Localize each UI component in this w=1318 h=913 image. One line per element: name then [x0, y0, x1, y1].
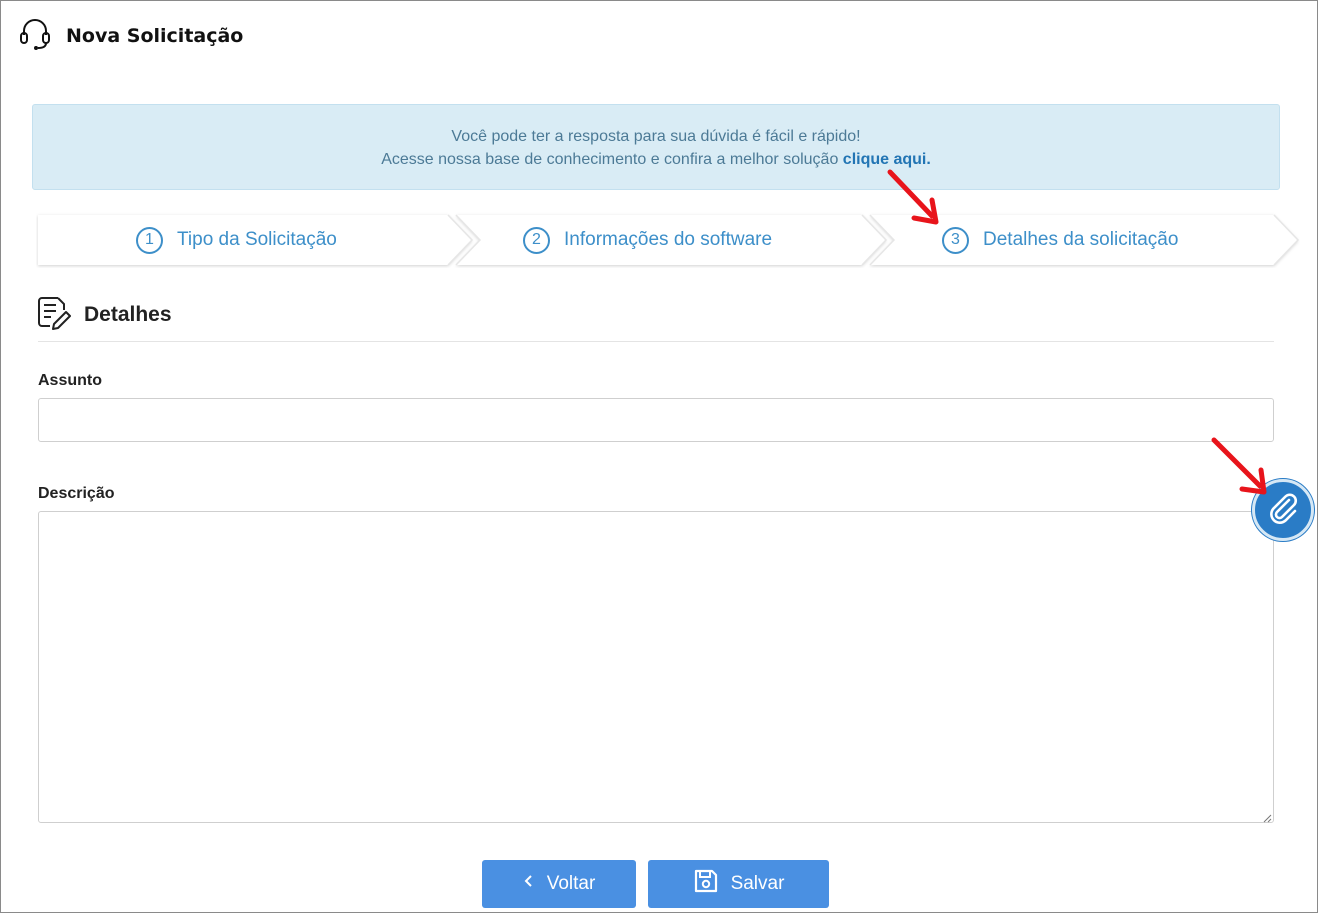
- step-label: Detalhes da solicitação: [983, 229, 1179, 250]
- save-button-label: Salvar: [730, 873, 785, 894]
- document-edit-icon: [36, 294, 72, 335]
- page-title: Nova Solicitação: [66, 25, 244, 47]
- step-label: Tipo da Solicitação: [177, 229, 337, 250]
- info-line-1: Você pode ter a resposta para sua dúvida…: [451, 128, 861, 145]
- back-button-label: Voltar: [546, 873, 596, 894]
- step-number: 2: [523, 226, 550, 254]
- info-banner: Você pode ter a resposta para sua dúvida…: [32, 104, 1280, 190]
- save-button[interactable]: Salvar: [648, 860, 829, 908]
- step-label: Informações do software: [564, 229, 773, 250]
- section-header: Detalhes: [36, 294, 172, 335]
- resize-grip-icon[interactable]: [1262, 810, 1272, 828]
- step-number: 3: [942, 226, 969, 254]
- info-line-2: Acesse nossa base de conhecimento e conf…: [33, 148, 1279, 171]
- subject-label: Assunto: [38, 372, 102, 389]
- subject-input[interactable]: [38, 398, 1274, 442]
- description-textarea[interactable]: [38, 511, 1274, 823]
- annotation-arrow-attach: [1211, 437, 1267, 495]
- step-number: 1: [136, 226, 163, 254]
- wizard-steps: 1 Tipo da Solicitação 2 Informações do s…: [36, 212, 1300, 268]
- headset-icon: [18, 17, 52, 56]
- page-header: Nova Solicitação: [18, 18, 243, 54]
- section-divider: [38, 341, 1274, 342]
- section-title: Detalhes: [84, 302, 172, 326]
- step-informacoes-software[interactable]: 2 Informações do software: [523, 212, 772, 268]
- chevron-left-icon: [523, 873, 535, 895]
- info-line-2-text: Acesse nossa base de conhecimento e conf…: [381, 151, 843, 168]
- step-tipo-solicitacao[interactable]: 1 Tipo da Solicitação: [136, 212, 337, 268]
- step-detalhes-solicitacao[interactable]: 3 Detalhes da solicitação: [942, 212, 1178, 268]
- description-label: Descrição: [38, 485, 115, 502]
- annotation-arrow-step3: [887, 169, 939, 225]
- back-button[interactable]: Voltar: [482, 860, 636, 908]
- floppy-disk-icon: [693, 868, 719, 900]
